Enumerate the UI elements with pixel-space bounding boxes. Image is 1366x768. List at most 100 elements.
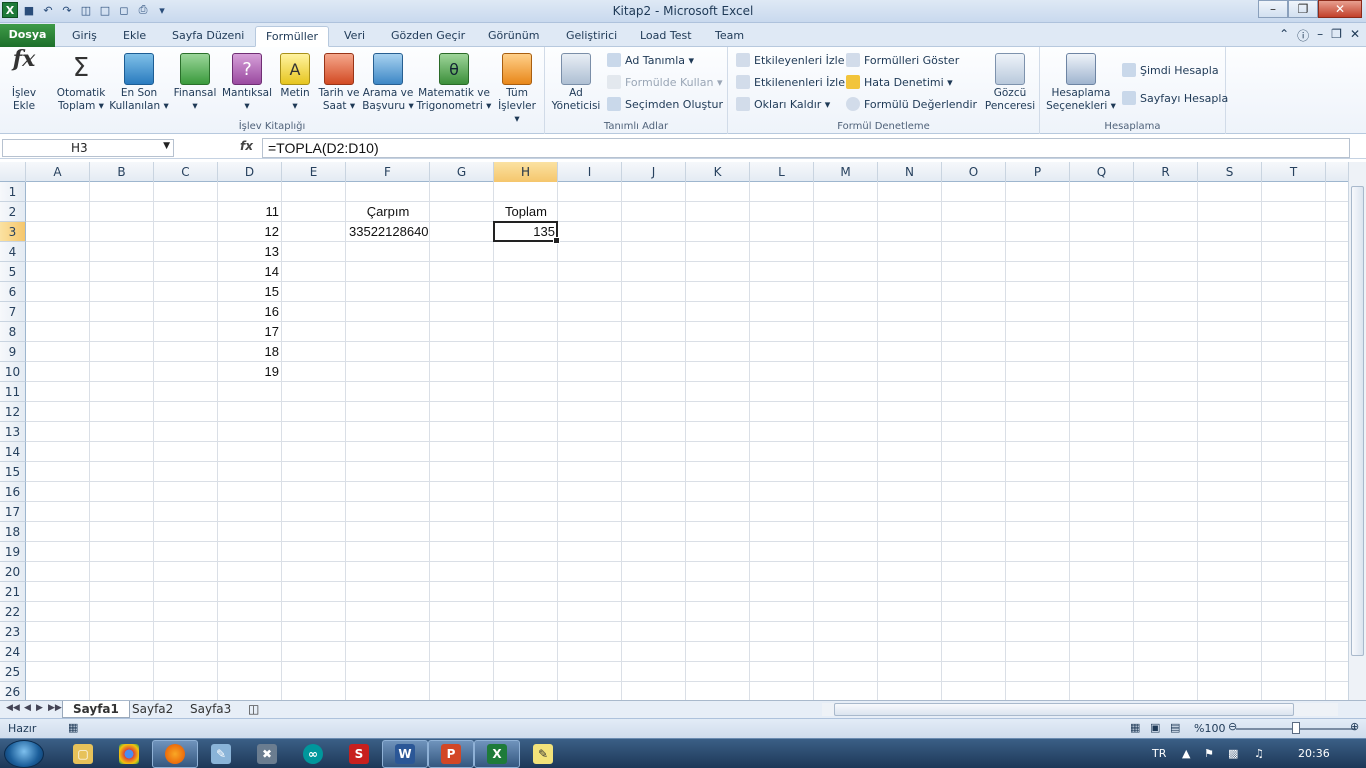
insert-sheet-icon[interactable]: ◫ xyxy=(238,701,269,718)
row-header-23[interactable]: 23 xyxy=(0,622,26,642)
cell-d8[interactable]: 17 xyxy=(218,322,282,342)
first-sheet-arrow-icon[interactable]: ◀◀ xyxy=(6,703,20,713)
tab-home[interactable]: Giriş xyxy=(62,26,107,47)
autosum-button[interactable]: Σ Otomatik Toplam ▾ xyxy=(52,53,110,113)
sheet-tab-sayfa2[interactable]: Sayfa2 xyxy=(122,701,183,718)
restore-workbook-icon[interactable]: ❐ xyxy=(1331,27,1342,44)
column-header-b[interactable]: B xyxy=(90,162,154,182)
word-taskbar-icon[interactable]: W xyxy=(382,740,428,768)
financial-button[interactable]: Finansal ▾ xyxy=(170,53,220,113)
network-icon[interactable]: ▩ xyxy=(1228,747,1238,760)
normal-view-icon[interactable]: ▦ xyxy=(1130,721,1140,734)
column-header-l[interactable]: L xyxy=(750,162,814,182)
horizontal-scrollbar[interactable] xyxy=(822,703,1338,716)
lookup-reference-button[interactable]: Arama ve Başvuru ▾ xyxy=(362,53,414,113)
prev-sheet-arrow-icon[interactable]: ◀ xyxy=(24,703,31,713)
tab-data[interactable]: Veri xyxy=(334,26,375,47)
zoom-out-icon[interactable]: ⊖ xyxy=(1228,720,1237,733)
sheet-tab-sayfa3[interactable]: Sayfa3 xyxy=(180,701,241,718)
recently-used-button[interactable]: En Son Kullanılan ▾ xyxy=(109,53,169,113)
arduino-taskbar-icon[interactable]: ∞ xyxy=(290,740,336,768)
column-header-c[interactable]: C xyxy=(154,162,218,182)
column-header-i[interactable]: I xyxy=(558,162,622,182)
column-header-f[interactable]: F xyxy=(346,162,430,182)
row-header-15[interactable]: 15 xyxy=(0,462,26,482)
remove-arrows-button[interactable]: Okları Kaldır ▾ xyxy=(736,97,830,111)
cell-d10[interactable]: 19 xyxy=(218,362,282,382)
cell-d4[interactable]: 13 xyxy=(218,242,282,262)
row-header-20[interactable]: 20 xyxy=(0,562,26,582)
maximize-button[interactable]: ❐ xyxy=(1288,0,1318,18)
explorer-taskbar-icon[interactable]: ▢ xyxy=(60,740,106,768)
create-from-selection-button[interactable]: Seçimden Oluştur xyxy=(607,97,723,111)
evaluate-formula-button[interactable]: Formülü Değerlendir xyxy=(846,97,977,111)
error-checking-button[interactable]: Hata Denetimi ▾ xyxy=(846,75,953,89)
row-header-10[interactable]: 10 xyxy=(0,362,26,382)
vertical-scroll-thumb[interactable] xyxy=(1351,186,1364,656)
trace-dependents-button[interactable]: Etkilenenleri İzle xyxy=(736,75,845,89)
column-header-k[interactable]: K xyxy=(686,162,750,182)
calculation-options-button[interactable]: Hesaplama Seçenekleri ▾ xyxy=(1044,53,1118,113)
column-header-g[interactable]: G xyxy=(430,162,494,182)
zoom-level[interactable]: %100 xyxy=(1194,722,1225,735)
math-trig-button[interactable]: θ Matematik ve Trigonometri ▾ xyxy=(416,53,492,113)
row-header-9[interactable]: 9 xyxy=(0,342,26,362)
clock[interactable]: 20:36 xyxy=(1298,747,1330,760)
show-formulas-button[interactable]: Formülleri Göster xyxy=(846,53,959,67)
start-button[interactable] xyxy=(4,740,44,768)
cell-d5[interactable]: 14 xyxy=(218,262,282,282)
column-header-s[interactable]: S xyxy=(1198,162,1262,182)
column-header-t[interactable]: T xyxy=(1262,162,1326,182)
cell-d9[interactable]: 18 xyxy=(218,342,282,362)
column-header-r[interactable]: R xyxy=(1134,162,1198,182)
row-header-21[interactable]: 21 xyxy=(0,582,26,602)
row-header-3[interactable]: 3 xyxy=(0,222,26,242)
logical-button[interactable]: ? Mantıksal ▾ xyxy=(220,53,274,113)
row-header-11[interactable]: 11 xyxy=(0,382,26,402)
minimize-button[interactable]: – xyxy=(1258,0,1288,18)
define-name-button[interactable]: Ad Tanımla ▾ xyxy=(607,53,694,67)
use-in-formula-button[interactable]: Formülde Kullan ▾ xyxy=(607,75,722,89)
powerpoint-taskbar-icon[interactable]: P xyxy=(428,740,474,768)
row-header-14[interactable]: 14 xyxy=(0,442,26,462)
column-header-j[interactable]: J xyxy=(622,162,686,182)
cell-d3[interactable]: 12 xyxy=(218,222,282,242)
cell-f3[interactable]: 33522128640 xyxy=(346,222,430,242)
row-header-2[interactable]: 2 xyxy=(0,202,26,222)
close-workbook-icon[interactable]: ✕ xyxy=(1350,27,1360,44)
tab-view[interactable]: Görünüm xyxy=(478,26,549,47)
row-header-24[interactable]: 24 xyxy=(0,642,26,662)
vertical-scrollbar[interactable] xyxy=(1348,162,1366,700)
next-sheet-arrow-icon[interactable]: ▶ xyxy=(36,703,43,713)
cell-h3[interactable]: 135 xyxy=(494,222,558,242)
calculate-sheet-button[interactable]: Sayfayı Hesapla xyxy=(1122,91,1228,105)
row-header-26[interactable]: 26 xyxy=(0,682,26,700)
chrome-taskbar-icon[interactable] xyxy=(106,740,152,768)
volume-icon[interactable]: ♫ xyxy=(1254,747,1264,760)
name-manager-button[interactable]: Ad Yöneticisi xyxy=(549,53,603,113)
tray-arrow-icon[interactable]: ▲ xyxy=(1182,747,1190,760)
sheet-tab-sayfa1[interactable]: Sayfa1 xyxy=(62,701,130,718)
column-header-e[interactable]: E xyxy=(282,162,346,182)
tool-taskbar-icon[interactable]: ✖ xyxy=(244,740,290,768)
action-center-icon[interactable]: ⚑ xyxy=(1204,747,1214,760)
column-header-q[interactable]: Q xyxy=(1070,162,1134,182)
cell-h2[interactable]: Toplam xyxy=(494,202,558,222)
zoom-slider-knob[interactable] xyxy=(1292,722,1300,734)
watch-window-button[interactable]: Gözcü Penceresi xyxy=(982,53,1038,113)
tab-formulas[interactable]: Formüller xyxy=(255,26,330,47)
row-header-4[interactable]: 4 xyxy=(0,242,26,262)
row-header-19[interactable]: 19 xyxy=(0,542,26,562)
tab-developer[interactable]: Geliştirici xyxy=(556,26,627,47)
row-header-8[interactable]: 8 xyxy=(0,322,26,342)
select-all-corner[interactable] xyxy=(0,162,26,182)
column-header-h[interactable]: H xyxy=(494,162,558,182)
column-header-o[interactable]: O xyxy=(942,162,1006,182)
macro-record-icon[interactable]: ▦ xyxy=(68,721,78,734)
name-box-dropdown-icon[interactable]: ▼ xyxy=(163,141,170,151)
more-functions-button[interactable]: Tüm İşlevler ▾ xyxy=(494,53,540,126)
column-header-a[interactable]: A xyxy=(26,162,90,182)
trace-precedents-button[interactable]: Etkileyenleri İzle xyxy=(736,53,845,67)
row-header-18[interactable]: 18 xyxy=(0,522,26,542)
name-box[interactable]: H3 ▼ xyxy=(2,139,174,157)
